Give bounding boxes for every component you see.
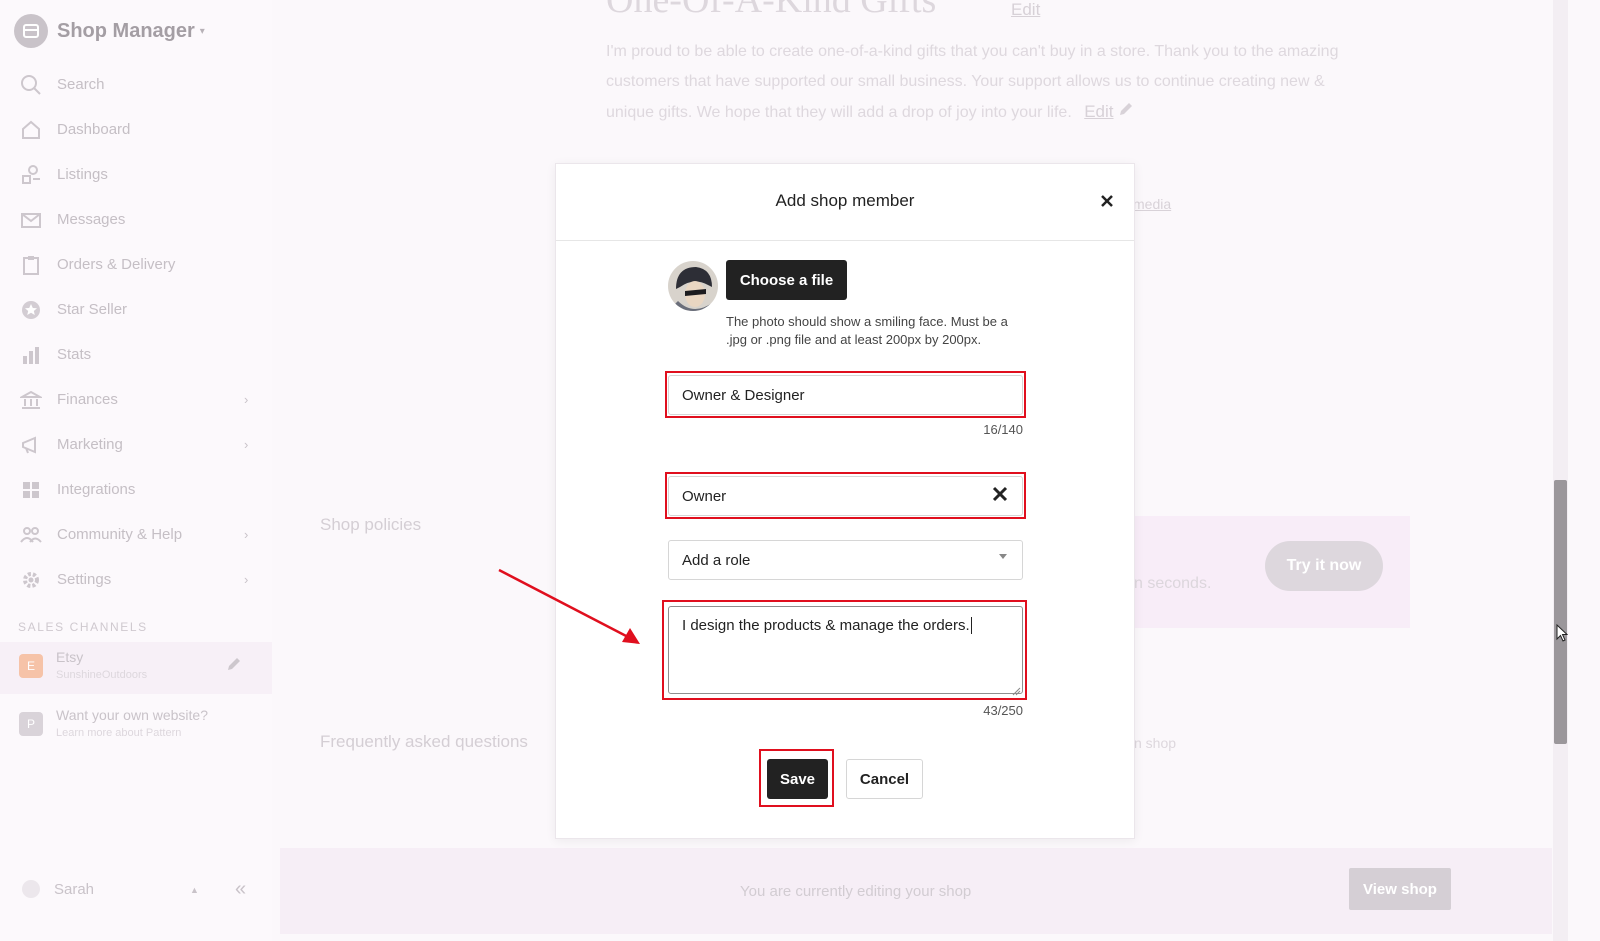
modal-header: Add shop member [556, 164, 1134, 241]
role-title-counter: 16/140 [983, 422, 1023, 437]
pencil-icon[interactable] [226, 656, 242, 677]
sidebar-item-label: Listings [57, 166, 108, 183]
chevron-down-icon: ▾ [199, 25, 205, 37]
highlight-box [665, 472, 1026, 519]
search-icon [20, 74, 42, 96]
gear-icon [20, 569, 42, 591]
sidebar-item-label: Messages [57, 211, 126, 228]
channel-pattern[interactable]: P Want your own website? Learn more abou… [0, 700, 272, 752]
highlight-box [759, 749, 834, 807]
sidebar-item-messages[interactable]: Messages [0, 197, 272, 242]
sidebar-item-label: Integrations [57, 481, 136, 498]
user-name: Sarah [54, 880, 95, 898]
sidebar-item-label: Marketing [57, 436, 123, 453]
scrollbar-track[interactable] [1553, 0, 1568, 941]
sidebar-item-stats[interactable]: Stats [0, 332, 272, 377]
channel-title: Etsy [56, 649, 84, 665]
sidebar-item-label: Community & Help [57, 526, 183, 543]
sidebar-item-star-seller[interactable]: Star Seller [0, 287, 272, 332]
sidebar-item-orders[interactable]: Orders & Delivery [0, 242, 272, 287]
mouse-cursor-icon [1556, 623, 1569, 647]
shop-policies-heading: Shop policies [320, 515, 422, 534]
cancel-button[interactable]: Cancel [846, 759, 923, 799]
media-link[interactable]: media [1133, 196, 1171, 212]
caret-up-icon[interactable]: ▲ [190, 885, 199, 895]
sidebar-item-label: Search [57, 76, 105, 93]
listings-icon [20, 164, 42, 186]
try-it-now-button[interactable]: Try it now [1265, 541, 1383, 591]
sales-channels-heading: SALES CHANNELS [18, 620, 148, 634]
grid-icon [20, 479, 42, 501]
chevron-down-icon [999, 554, 1007, 559]
channel-etsy[interactable]: E Etsy SunshineOutdoors [0, 642, 272, 694]
channel-avatar: E [19, 654, 43, 678]
highlight-box [665, 371, 1026, 418]
sidebar-item-label: Settings [57, 571, 112, 588]
add-shop-member-modal: Add shop member Choose a file The photo … [555, 163, 1135, 839]
sidebar-item-marketing[interactable]: Marketing › [0, 422, 272, 467]
brand-title: Shop Manager [57, 19, 195, 42]
sidebar-item-label: Stats [57, 346, 92, 363]
shop-logo-icon [14, 14, 48, 48]
shop-description: I'm proud to be able to create one-of-a-… [606, 37, 1346, 128]
megaphone-icon [20, 434, 42, 456]
editing-message: You are currently editing your shop [740, 883, 972, 900]
sidebar-item-dashboard[interactable]: Dashboard [0, 107, 272, 152]
choose-file-button[interactable]: Choose a file [726, 260, 847, 300]
chevron-right-icon: › [244, 572, 249, 587]
shop-title: One-Of-A-Kind Gifts [606, 0, 937, 21]
sidebar-item-listings[interactable]: Listings [0, 152, 272, 197]
mail-icon [20, 209, 42, 231]
sidebar-nav: Search Dashboard Listings Messages Order… [0, 62, 272, 602]
shop-description-text: I'm proud to be able to create one-of-a-… [606, 43, 1339, 121]
collapse-sidebar-icon[interactable]: « [235, 878, 246, 901]
scrollbar-thumb[interactable] [1554, 480, 1567, 744]
sidebar-item-label: Star Seller [57, 301, 128, 318]
view-shop-button[interactable]: View shop [1349, 868, 1451, 910]
channel-subtitle: Learn more about Pattern [56, 727, 182, 739]
sidebar-item-search[interactable]: Search [0, 62, 272, 107]
user-menu[interactable]: Sarah [22, 880, 94, 898]
sidebar: Shop Manager ▾ Search Dashboard Listings… [0, 0, 272, 941]
sidebar-item-label: Finances [57, 391, 118, 408]
sidebar-item-label: Dashboard [57, 121, 131, 138]
photo-hint: The photo should show a smiling face. Mu… [726, 314, 1008, 347]
channel-subtitle: SunshineOutdoors [56, 669, 148, 681]
member-photo [668, 261, 718, 311]
pencil-icon [1118, 103, 1134, 121]
home-icon [20, 119, 42, 141]
channel-avatar: P [19, 712, 43, 736]
star-icon [20, 299, 42, 321]
bar-chart-icon [20, 344, 42, 366]
chevron-right-icon: › [244, 392, 249, 407]
avatar [22, 880, 40, 898]
edit-title-link[interactable]: Edit [1011, 0, 1040, 20]
bank-icon [20, 389, 42, 411]
shop-text-fragment: n shop [1134, 735, 1177, 751]
people-icon [20, 524, 42, 546]
sidebar-item-integrations[interactable]: Integrations [0, 467, 272, 512]
sidebar-item-label: Orders & Delivery [57, 256, 176, 273]
chevron-right-icon: › [244, 527, 249, 542]
highlight-box [662, 600, 1027, 700]
channel-title: Want your own website? [56, 707, 208, 723]
close-icon[interactable] [1099, 193, 1115, 209]
annotation-arrow-icon [498, 568, 640, 644]
promo-text: n seconds. [1134, 575, 1212, 592]
sidebar-item-settings[interactable]: Settings › [0, 557, 272, 602]
bio-counter: 43/250 [983, 703, 1023, 718]
clipboard-icon [20, 254, 42, 276]
chevron-right-icon: › [244, 437, 249, 452]
edit-description-link[interactable]: Edit [1084, 102, 1113, 121]
sidebar-item-community[interactable]: Community & Help › [0, 512, 272, 557]
shop-manager-brand[interactable]: Shop Manager ▾ [14, 14, 205, 48]
modal-title: Add shop member [775, 191, 915, 210]
sidebar-item-finances[interactable]: Finances › [0, 377, 272, 422]
add-role-select[interactable]: Add a role [668, 540, 1023, 580]
faq-heading: Frequently asked questions [320, 732, 528, 751]
